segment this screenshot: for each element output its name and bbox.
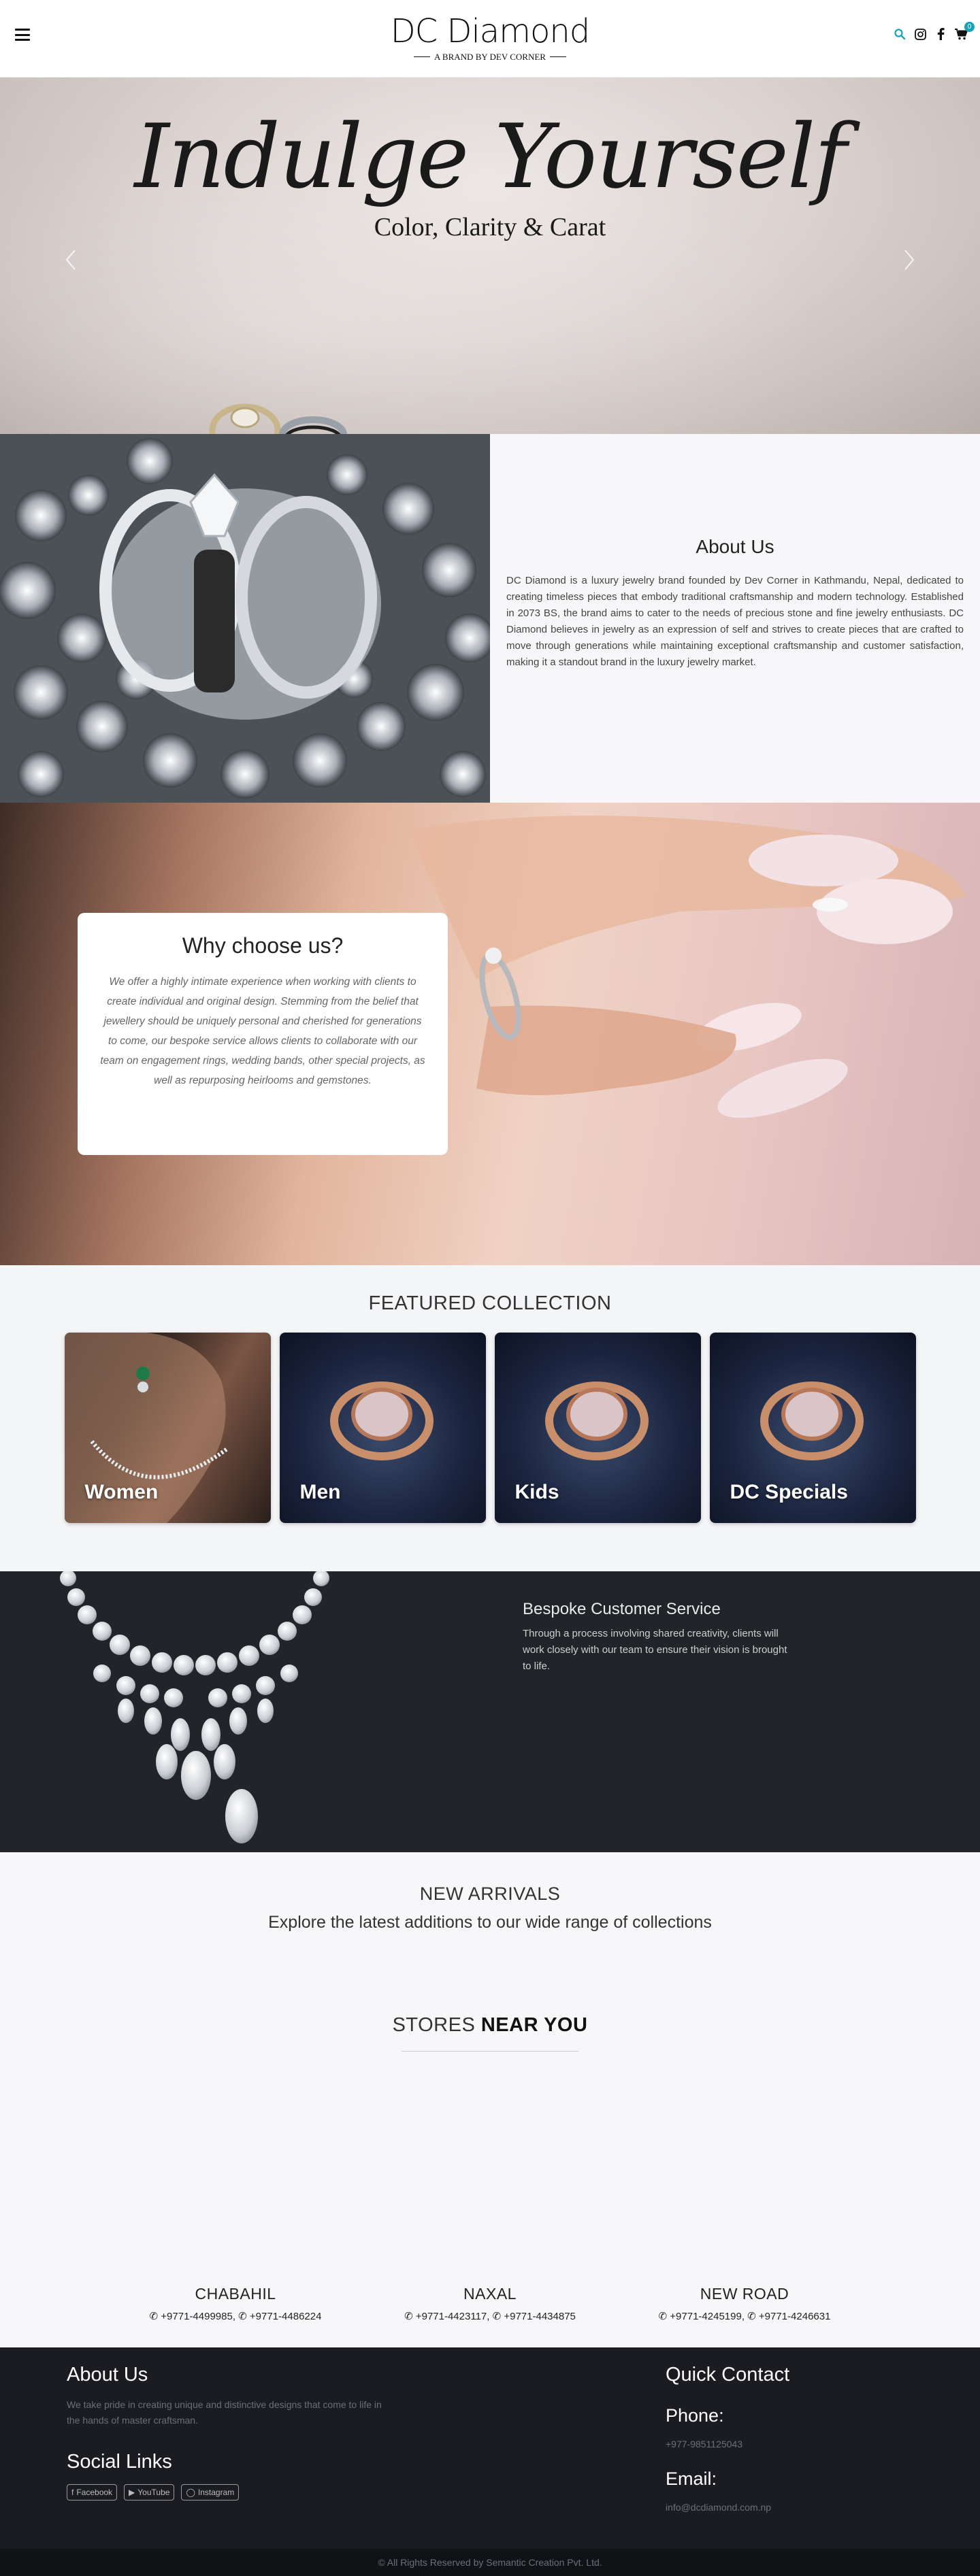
collection-card-label: Kids [514,1481,559,1503]
featured-cards: Women Men Kids DC Specials [0,1333,980,1523]
store-phone[interactable]: +9771-4245199 [670,2311,742,2322]
phone-icon: ✆ [658,2311,668,2322]
store-phone[interactable]: +9771-4434875 [504,2311,576,2322]
about-heading: About Us [696,536,774,557]
footer-about-body: We take pride in creating unique and dis… [67,2399,382,2426]
footer-contact: Quick Contact Phone: +977-9851125043 Ema… [666,2364,789,2532]
why-body: We offer a highly intimate experience wh… [100,976,425,1086]
carousel-prev-icon[interactable] [61,246,82,273]
collection-card-label: Women [84,1481,159,1503]
store-new-road: NEW ROAD ✆ +9771-4245199, ✆ +9771-424663… [581,2285,908,2322]
store-name: NEW ROAD [700,2285,789,2303]
stores-heading-bold: NEAR YOU [480,2014,588,2036]
contact-phone[interactable]: +977-9851125043 [666,2439,789,2449]
footer-contact-heading: Quick Contact [666,2364,790,2386]
hero-banner: Indulge Yourself Color, Clarity & Carat [0,78,980,434]
store-phone[interactable]: +9771-4423117 [416,2311,487,2322]
site-logo[interactable]: DC Diamond A BRAND BY DEV CORNER [390,12,590,63]
bespoke-section: Bespoke Customer Service Through a proce… [0,1570,980,1852]
featured-heading: FEATURED COLLECTION [368,1292,612,1314]
footer-about-heading: About Us [67,2364,148,2386]
footer-social: Social Links f Facebook ▶ YouTube ◯ Instagr… [67,2451,240,2500]
about-body: DC Diamond is a luxury jewelry brand fou… [506,575,964,668]
carousel-next-icon[interactable] [898,246,919,273]
header-icons: 0 [893,22,975,41]
collection-card-men[interactable]: Men [279,1333,486,1523]
footer-about: About Us We take pride in creating uniqu… [67,2364,387,2428]
why-choose-us-section: Why choose us? We offer a highly intimat… [0,803,980,1265]
site-footer: About Us We take pride in creating uniqu… [0,2347,980,2549]
collection-card-label: Men [299,1481,341,1503]
collection-card-kids[interactable]: Kids [494,1333,701,1523]
hero-rings-image [209,403,347,434]
hero-subtitle: Color, Clarity & Carat [374,213,606,241]
bespoke-heading: Bespoke Customer Service [523,1600,721,1618]
copyright: © All Rights Reserved by Semantic Creati… [0,2549,980,2576]
search-icon[interactable] [893,27,906,41]
phone-icon: ✆ [747,2311,756,2322]
about-section: About Us DC Diamond is a luxury jewelry … [0,434,980,803]
facebook-icon: f [71,2488,74,2497]
social-link-label: Facebook [76,2488,113,2497]
menu-icon[interactable] [15,29,30,41]
contact-email[interactable]: info@dcdiamond.com.np [666,2502,789,2513]
cart-icon[interactable]: 0 [954,22,975,41]
logo-subtitle-text: A BRAND BY DEV CORNER [434,51,546,62]
email-label: Email: [666,2469,717,2489]
stores-heading-light: STORES [392,2014,481,2036]
phone-icon: ✆ [238,2311,247,2322]
youtube-icon: ▶ [129,2488,135,2497]
site-header: DC Diamond A BRAND BY DEV CORNER 0 [0,0,980,78]
necklace-image [0,1570,490,1852]
phone-label: Phone: [666,2405,724,2426]
phone-icon: ✆ [149,2311,159,2322]
store-phone[interactable]: +9771-4486224 [250,2311,322,2322]
store-phone[interactable]: +9771-4246631 [759,2311,831,2322]
footer-social-heading: Social Links [67,2451,172,2473]
social-links: f Facebook ▶ YouTube ◯ Instagram [67,2484,240,2500]
store-phone[interactable]: +9771-4499985 [161,2311,233,2322]
social-link-label: YouTube [137,2488,170,2497]
phone-icon: ✆ [492,2311,502,2322]
stores-heading: STORES NEAR YOU [0,2014,980,2037]
stores-section: STORES NEAR YOU CHABAHIL ✆ +9771-4499985… [0,1972,980,2347]
facebook-link[interactable]: f Facebook [67,2484,118,2500]
phone-icon: ✆ [404,2311,413,2322]
collection-card-women[interactable]: Women [64,1333,271,1523]
logo-subtitle: A BRAND BY DEV CORNER [391,52,589,63]
bespoke-content: Bespoke Customer Service Through a proce… [523,1600,795,1675]
collection-card-label: DC Specials [730,1481,848,1503]
bespoke-body: Through a process involving shared creat… [523,1628,787,1672]
featured-collection-section: FEATURED COLLECTION Women Men Kids DC Sp… [0,1265,980,1571]
collection-card-dc-specials[interactable]: DC Specials [709,1333,916,1523]
new-arrivals-heading: NEW ARRIVALS [419,1884,561,1904]
instagram-icon: ◯ [186,2488,195,2497]
new-arrivals-section: NEW ARRIVALS Explore the latest addition… [0,1852,980,1973]
why-heading: Why choose us? [182,933,344,958]
about-content: About Us DC Diamond is a luxury jewelry … [490,434,980,803]
about-ring-image [0,434,490,803]
social-link-label: Instagram [197,2488,235,2497]
new-arrivals-subtitle: Explore the latest additions to our wide… [268,1913,712,1932]
facebook-icon[interactable] [934,27,947,41]
instagram-icon[interactable] [913,27,927,41]
youtube-link[interactable]: ▶ YouTube [124,2484,175,2500]
hero-title: Indulge Yourself [134,105,847,208]
instagram-link[interactable]: ◯ Instagram [181,2484,240,2500]
cart-count-badge: 0 [964,22,975,32]
store-phones: ✆ +9771-4245199, ✆ +9771-4246631 [658,2311,831,2322]
stores-heading-underline [402,2051,578,2052]
logo-title: DC Diamond [390,12,590,50]
why-choose-us-card: Why choose us? We offer a highly intimat… [78,913,448,1155]
